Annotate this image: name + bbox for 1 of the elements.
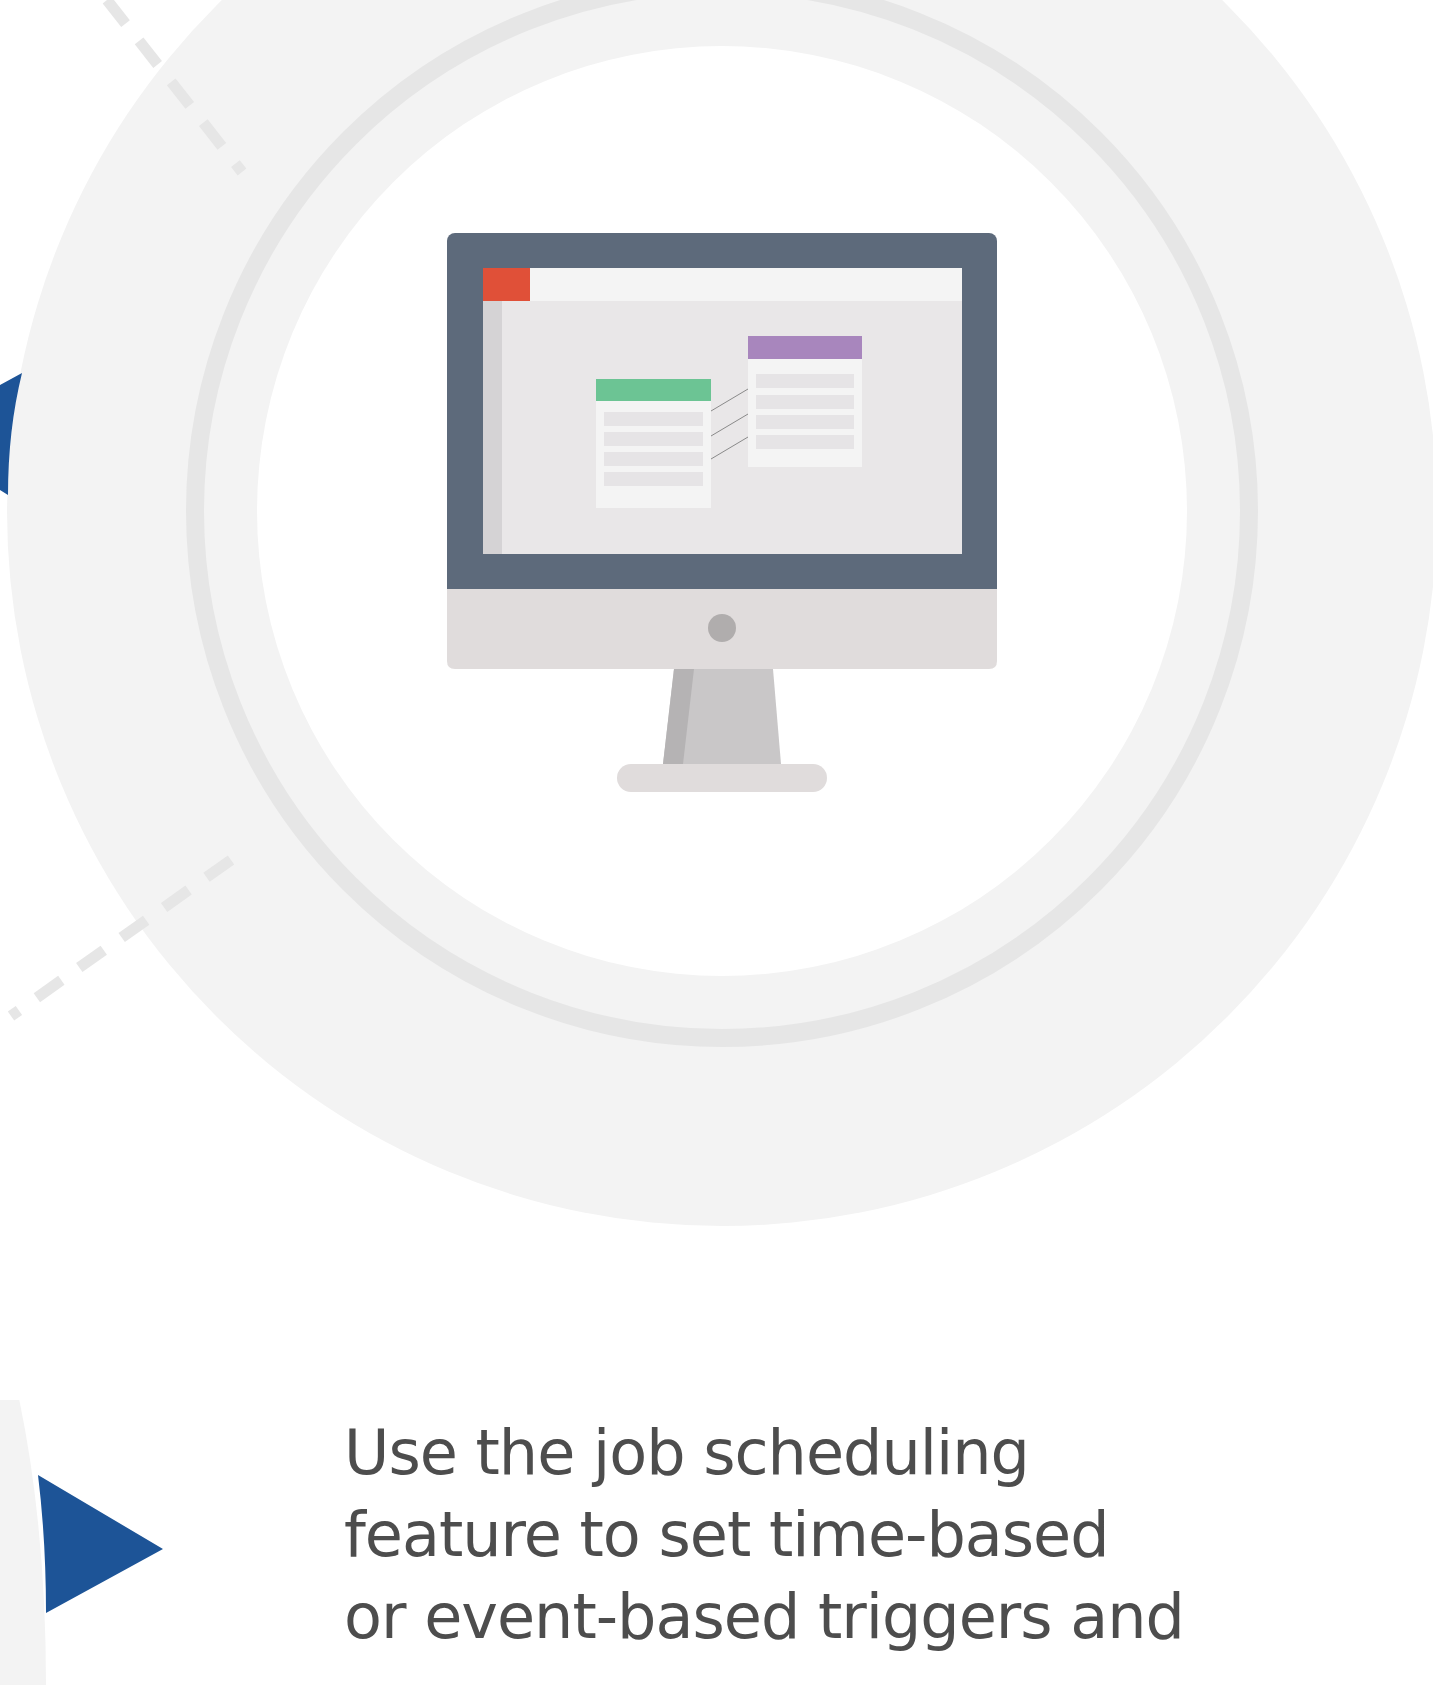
body-text: Use the job scheduling feature to set time-based or event-based triggers and	[344, 1415, 1185, 1655]
